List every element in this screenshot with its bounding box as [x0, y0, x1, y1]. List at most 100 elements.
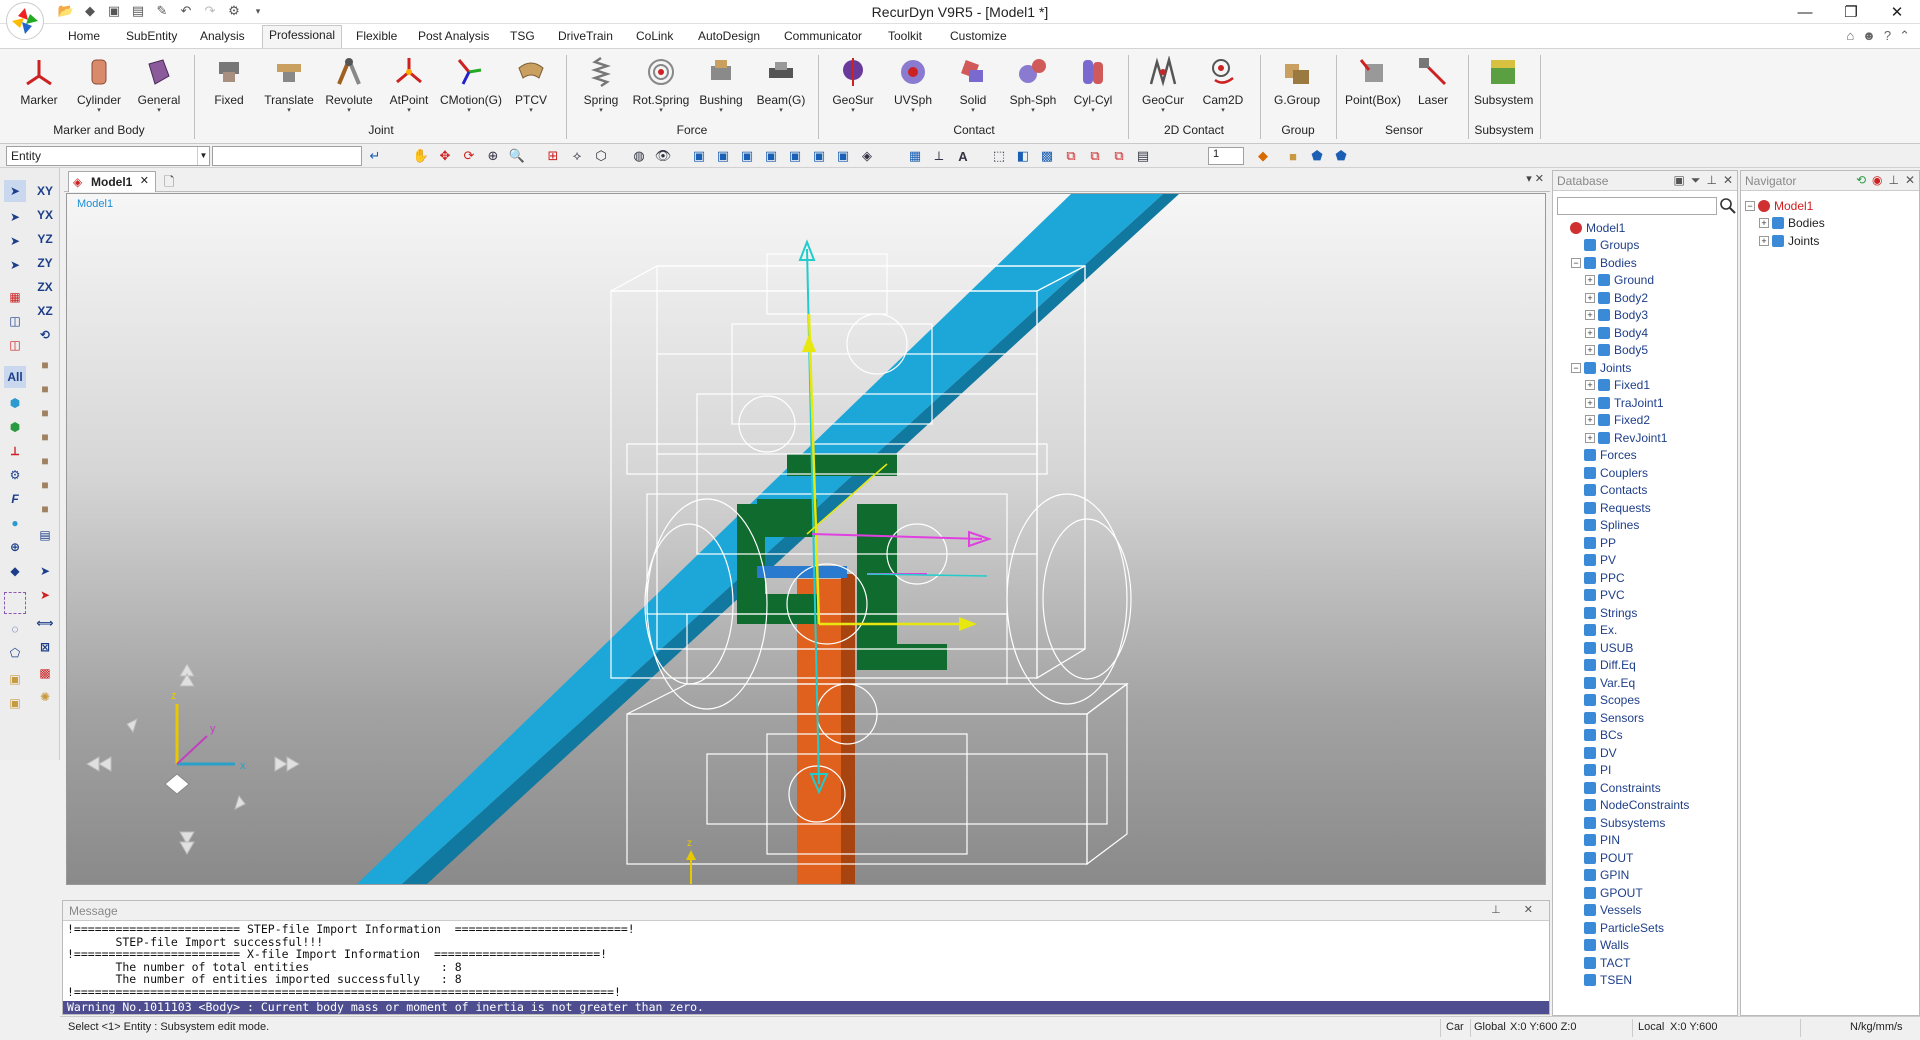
point-box-button[interactable]: Point(Box): [1344, 53, 1402, 125]
expand-icon[interactable]: +: [1585, 275, 1595, 286]
view-zx-icon[interactable]: ZX: [34, 276, 56, 298]
shaded-icon[interactable]: ◧: [1014, 147, 1032, 165]
database-tree-item[interactable]: Groups: [1557, 237, 1737, 255]
marker-filter-icon[interactable]: ⟂: [4, 440, 26, 462]
new-document-icon[interactable]: 🗋: [164, 173, 174, 195]
box-select-icon[interactable]: [4, 592, 26, 614]
view-user-icon[interactable]: ◈: [858, 147, 876, 165]
sensor-filter-icon[interactable]: ⊕: [4, 536, 26, 558]
minimize-button[interactable]: —: [1782, 0, 1828, 24]
select-pointer-icon[interactable]: ➤: [4, 180, 26, 202]
entity-name-input[interactable]: [212, 146, 362, 166]
joint-filter-icon[interactable]: ⚙: [4, 464, 26, 486]
database-tree-item[interactable]: Diff.Eq: [1557, 657, 1737, 675]
view-right-icon[interactable]: ▣: [762, 147, 780, 165]
database-tree-item[interactable]: USUB: [1557, 639, 1737, 657]
close-button[interactable]: ✕: [1874, 0, 1920, 24]
body-color-icon[interactable]: ◆: [1254, 147, 1272, 165]
select-multi-icon[interactable]: ➤: [4, 206, 26, 228]
layer-copy-icon[interactable]: ▣: [4, 692, 26, 714]
navigator-tree-item[interactable]: + Joints: [1745, 232, 1825, 250]
marker-view-icon[interactable]: ⟂: [930, 147, 948, 165]
contact-filter-icon[interactable]: ●: [4, 512, 26, 534]
ribbon-collapse-icon[interactable]: ⌃: [1899, 28, 1910, 44]
view-yz-icon[interactable]: YZ: [34, 228, 56, 250]
expand-icon[interactable]: +: [1585, 432, 1595, 443]
open-file-icon[interactable]: ◆: [80, 2, 100, 20]
database-tree-item[interactable]: Ex.: [1557, 622, 1737, 640]
undo-icon[interactable]: ↶: [176, 2, 196, 20]
view-xy-icon[interactable]: XY: [34, 180, 56, 202]
snap-grid-icon[interactable]: ▦: [4, 286, 26, 308]
geometry-filter-icon[interactable]: ⬢: [4, 416, 26, 438]
view-bottom-icon[interactable]: ▣: [810, 147, 828, 165]
layer-icon[interactable]: ▣: [4, 668, 26, 690]
tab-tsg[interactable]: TSG: [504, 27, 541, 45]
database-tree-item[interactable]: Walls: [1557, 937, 1737, 955]
box-view-6-icon[interactable]: ■: [34, 474, 56, 496]
beam-button[interactable]: Beam(G) ▾: [752, 53, 810, 125]
window-layout-icon[interactable]: ▤: [34, 524, 56, 546]
user-icon[interactable]: ☻: [1862, 28, 1876, 44]
transparent-icon[interactable]: ⧉: [1062, 147, 1080, 165]
view-yx-icon[interactable]: YX: [34, 204, 56, 226]
geocur-button[interactable]: GeoCur ▾: [1134, 53, 1192, 125]
fixed-joint-button[interactable]: Fixed: [200, 53, 258, 125]
filter-icon[interactable]: ⬟: [1332, 147, 1350, 165]
cylinder-button[interactable]: Cylinder ▾: [70, 53, 128, 125]
render-mode-icon[interactable]: ◍: [630, 147, 648, 165]
database-tree-item[interactable]: + Fixed2: [1557, 412, 1737, 430]
expand-icon[interactable]: +: [1585, 415, 1595, 426]
database-tree-item[interactable]: PP: [1557, 534, 1737, 552]
database-tree-item[interactable]: GPOUT: [1557, 884, 1737, 902]
marker-button[interactable]: Marker: [10, 53, 68, 125]
database-search-input[interactable]: [1557, 197, 1717, 215]
hidden-line-icon[interactable]: ⧉: [1086, 147, 1104, 165]
database-tree-item[interactable]: Model1: [1557, 219, 1737, 237]
view-xz-icon[interactable]: XZ: [34, 300, 56, 322]
database-tree-item[interactable]: BCs: [1557, 727, 1737, 745]
database-tree-item[interactable]: Couplers: [1557, 464, 1737, 482]
expand-icon[interactable]: +: [1585, 345, 1595, 356]
text-icon[interactable]: A: [954, 147, 972, 165]
pin-icon[interactable]: ⊥: [1888, 173, 1898, 187]
pick-remove-icon[interactable]: ➤: [34, 584, 56, 606]
database-tree-item[interactable]: Subsystems: [1557, 814, 1737, 832]
database-tree-item[interactable]: TSEN: [1557, 972, 1737, 990]
view-iso-icon[interactable]: ▣: [834, 147, 852, 165]
ggroup-button[interactable]: G.Group: [1268, 53, 1326, 125]
sph-sph-button[interactable]: Sph-Sph ▾: [1004, 53, 1062, 125]
light-icon[interactable]: ✺: [34, 686, 56, 708]
fit-icon[interactable]: ⊞: [544, 147, 562, 165]
database-tree-item[interactable]: − Bodies: [1557, 254, 1737, 272]
database-tree-item[interactable]: + Body4: [1557, 324, 1737, 342]
tab-toolkit[interactable]: Toolkit: [882, 27, 928, 45]
database-tree-item[interactable]: Forces: [1557, 447, 1737, 465]
view-zy-icon[interactable]: ZY: [34, 252, 56, 274]
database-tree-item[interactable]: Constraints: [1557, 779, 1737, 797]
tab-model1[interactable]: ◈ Model1 ✕: [68, 171, 156, 192]
circle-select-icon[interactable]: ◌: [4, 618, 26, 640]
expand-icon[interactable]: +: [1759, 218, 1769, 229]
wireframe-icon[interactable]: ⬚: [990, 147, 1008, 165]
expand-icon[interactable]: +: [1585, 292, 1595, 303]
expand-icon[interactable]: +: [1585, 310, 1595, 321]
tool-icon[interactable]: ✎: [152, 2, 172, 20]
snap-point-icon[interactable]: ◫: [4, 334, 26, 356]
database-tree-item[interactable]: + Body3: [1557, 307, 1737, 325]
rotate-icon[interactable]: ✥: [436, 147, 454, 165]
database-tree-item[interactable]: Var.Eq: [1557, 674, 1737, 692]
box-view-7-icon[interactable]: ■: [34, 498, 56, 520]
qat-dropdown-icon[interactable]: ▾: [248, 2, 268, 20]
redo-icon[interactable]: ↷: [200, 2, 220, 20]
database-tree-item[interactable]: PPC: [1557, 569, 1737, 587]
tab-post-analysis[interactable]: Post Analysis: [412, 27, 495, 45]
force-filter-icon[interactable]: F: [4, 488, 26, 510]
database-tree-item[interactable]: + RevJoint1: [1557, 429, 1737, 447]
help-icon[interactable]: ?: [1884, 28, 1891, 44]
box-view-1-icon[interactable]: ■: [34, 354, 56, 376]
cmotion-button[interactable]: CMotion(G) ▾: [440, 53, 502, 125]
flat-icon[interactable]: ▤: [1134, 147, 1152, 165]
database-tree-item[interactable]: + Body5: [1557, 342, 1737, 360]
view-left-icon[interactable]: ▣: [738, 147, 756, 165]
